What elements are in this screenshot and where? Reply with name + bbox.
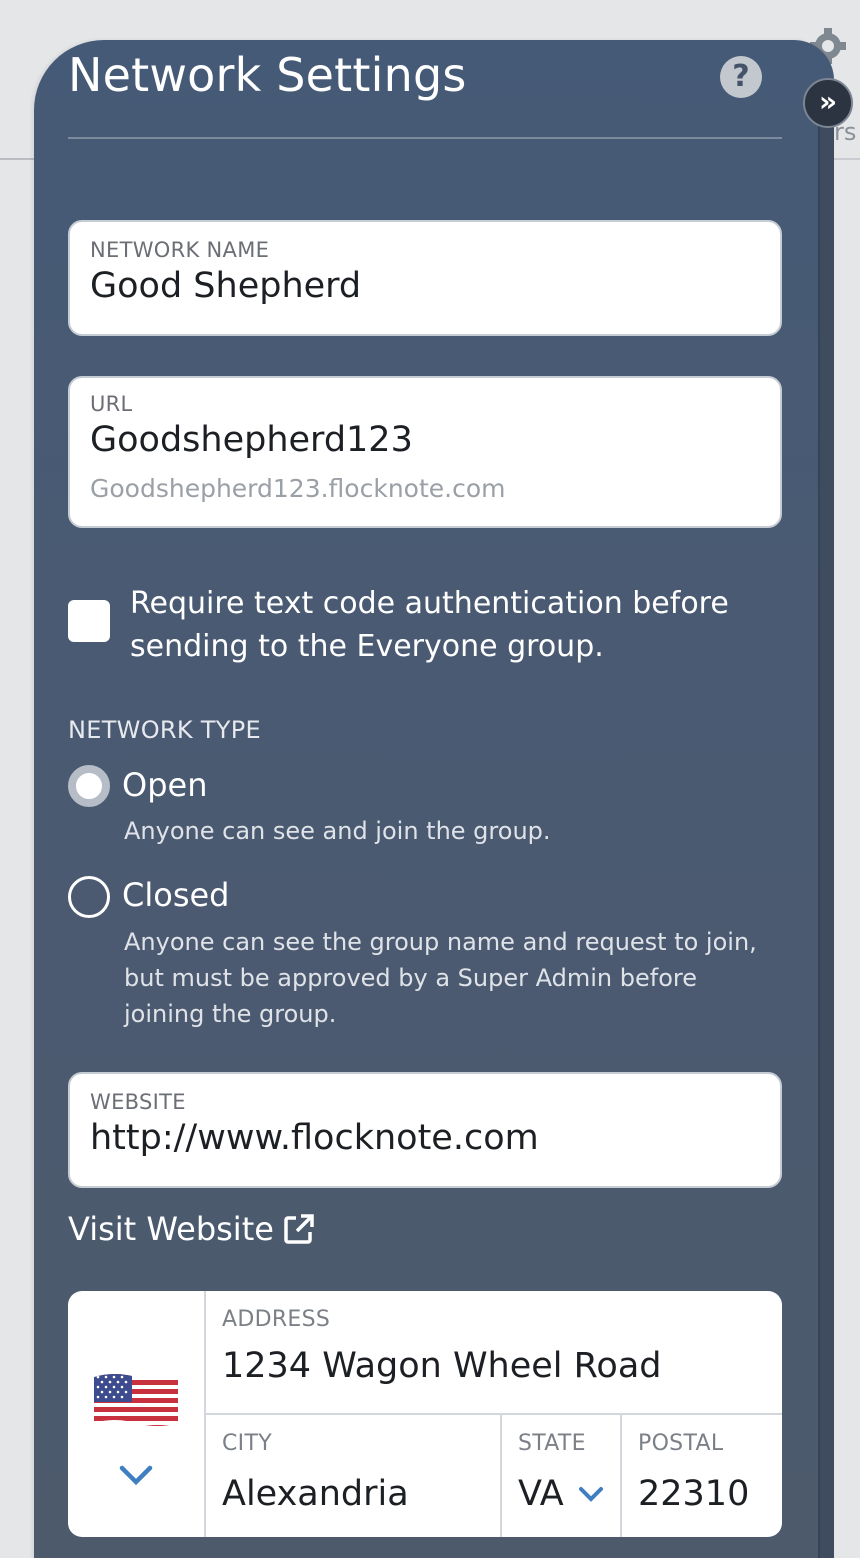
panel-scroll-edge xyxy=(818,110,834,1558)
city-field[interactable]: CITY Alexandria xyxy=(206,1415,502,1537)
radio-closed-description: Anyone can see the group name and reques… xyxy=(124,928,757,1028)
url-preview: Goodshepherd123.flocknote.com xyxy=(90,474,506,503)
network-name-input[interactable]: Good Shepherd xyxy=(90,266,760,306)
country-selector[interactable] xyxy=(68,1291,206,1537)
city-input[interactable]: Alexandria xyxy=(222,1474,500,1514)
postal-field[interactable]: POSTAL 22310 xyxy=(622,1415,782,1537)
state-value[interactable]: VA xyxy=(518,1474,620,1514)
address-label: ADDRESS xyxy=(222,1307,331,1332)
radio-open-description: Anyone can see and join the group. xyxy=(124,817,551,845)
title-divider xyxy=(68,137,782,139)
text-auth-label[interactable]: Require text code authentication before … xyxy=(130,582,770,668)
url-label: URL xyxy=(90,392,133,416)
address-card: ADDRESS 1234 Wagon Wheel Road CITY Alexa… xyxy=(68,1291,782,1537)
address-input[interactable]: 1234 Wagon Wheel Road xyxy=(222,1346,661,1386)
network-name-field[interactable]: NETWORK NAME Good Shepherd xyxy=(68,220,782,336)
chevron-down-icon[interactable] xyxy=(118,1463,154,1487)
url-input[interactable]: Goodshepherd123 xyxy=(90,420,760,460)
chevron-down-icon[interactable] xyxy=(578,1485,604,1503)
state-label: STATE xyxy=(518,1431,586,1456)
website-input[interactable]: http://www.flocknote.com xyxy=(90,1118,760,1158)
network-type-label: NETWORK TYPE xyxy=(68,716,261,744)
collapse-panel-button[interactable]: » xyxy=(803,78,853,128)
text-auth-checkbox[interactable] xyxy=(68,600,110,642)
network-name-label: NETWORK NAME xyxy=(90,238,270,262)
visit-website-link[interactable]: Visit Website xyxy=(68,1210,316,1248)
address-field[interactable]: ADDRESS 1234 Wagon Wheel Road xyxy=(206,1291,782,1415)
state-select[interactable]: STATE VA xyxy=(502,1415,622,1537)
radio-closed[interactable] xyxy=(68,876,110,918)
url-field[interactable]: URL Goodshepherd123 Goodshepherd123.floc… xyxy=(68,376,782,528)
page-title: Network Settings xyxy=(68,48,467,102)
radio-closed-label[interactable]: Closed xyxy=(122,876,229,914)
website-label: WEBSITE xyxy=(90,1090,186,1114)
postal-label: POSTAL xyxy=(638,1431,724,1456)
city-label: CITY xyxy=(222,1431,272,1456)
us-flag-icon xyxy=(94,1374,178,1426)
external-link-icon xyxy=(284,1214,314,1244)
website-field[interactable]: WEBSITE http://www.flocknote.com xyxy=(68,1072,782,1188)
radio-open[interactable] xyxy=(68,765,110,807)
postal-input[interactable]: 22310 xyxy=(638,1474,782,1514)
visit-website-label[interactable]: Visit Website xyxy=(68,1210,274,1248)
question-circle-icon[interactable]: ? xyxy=(720,56,762,98)
radio-open-label[interactable]: Open xyxy=(122,766,207,804)
